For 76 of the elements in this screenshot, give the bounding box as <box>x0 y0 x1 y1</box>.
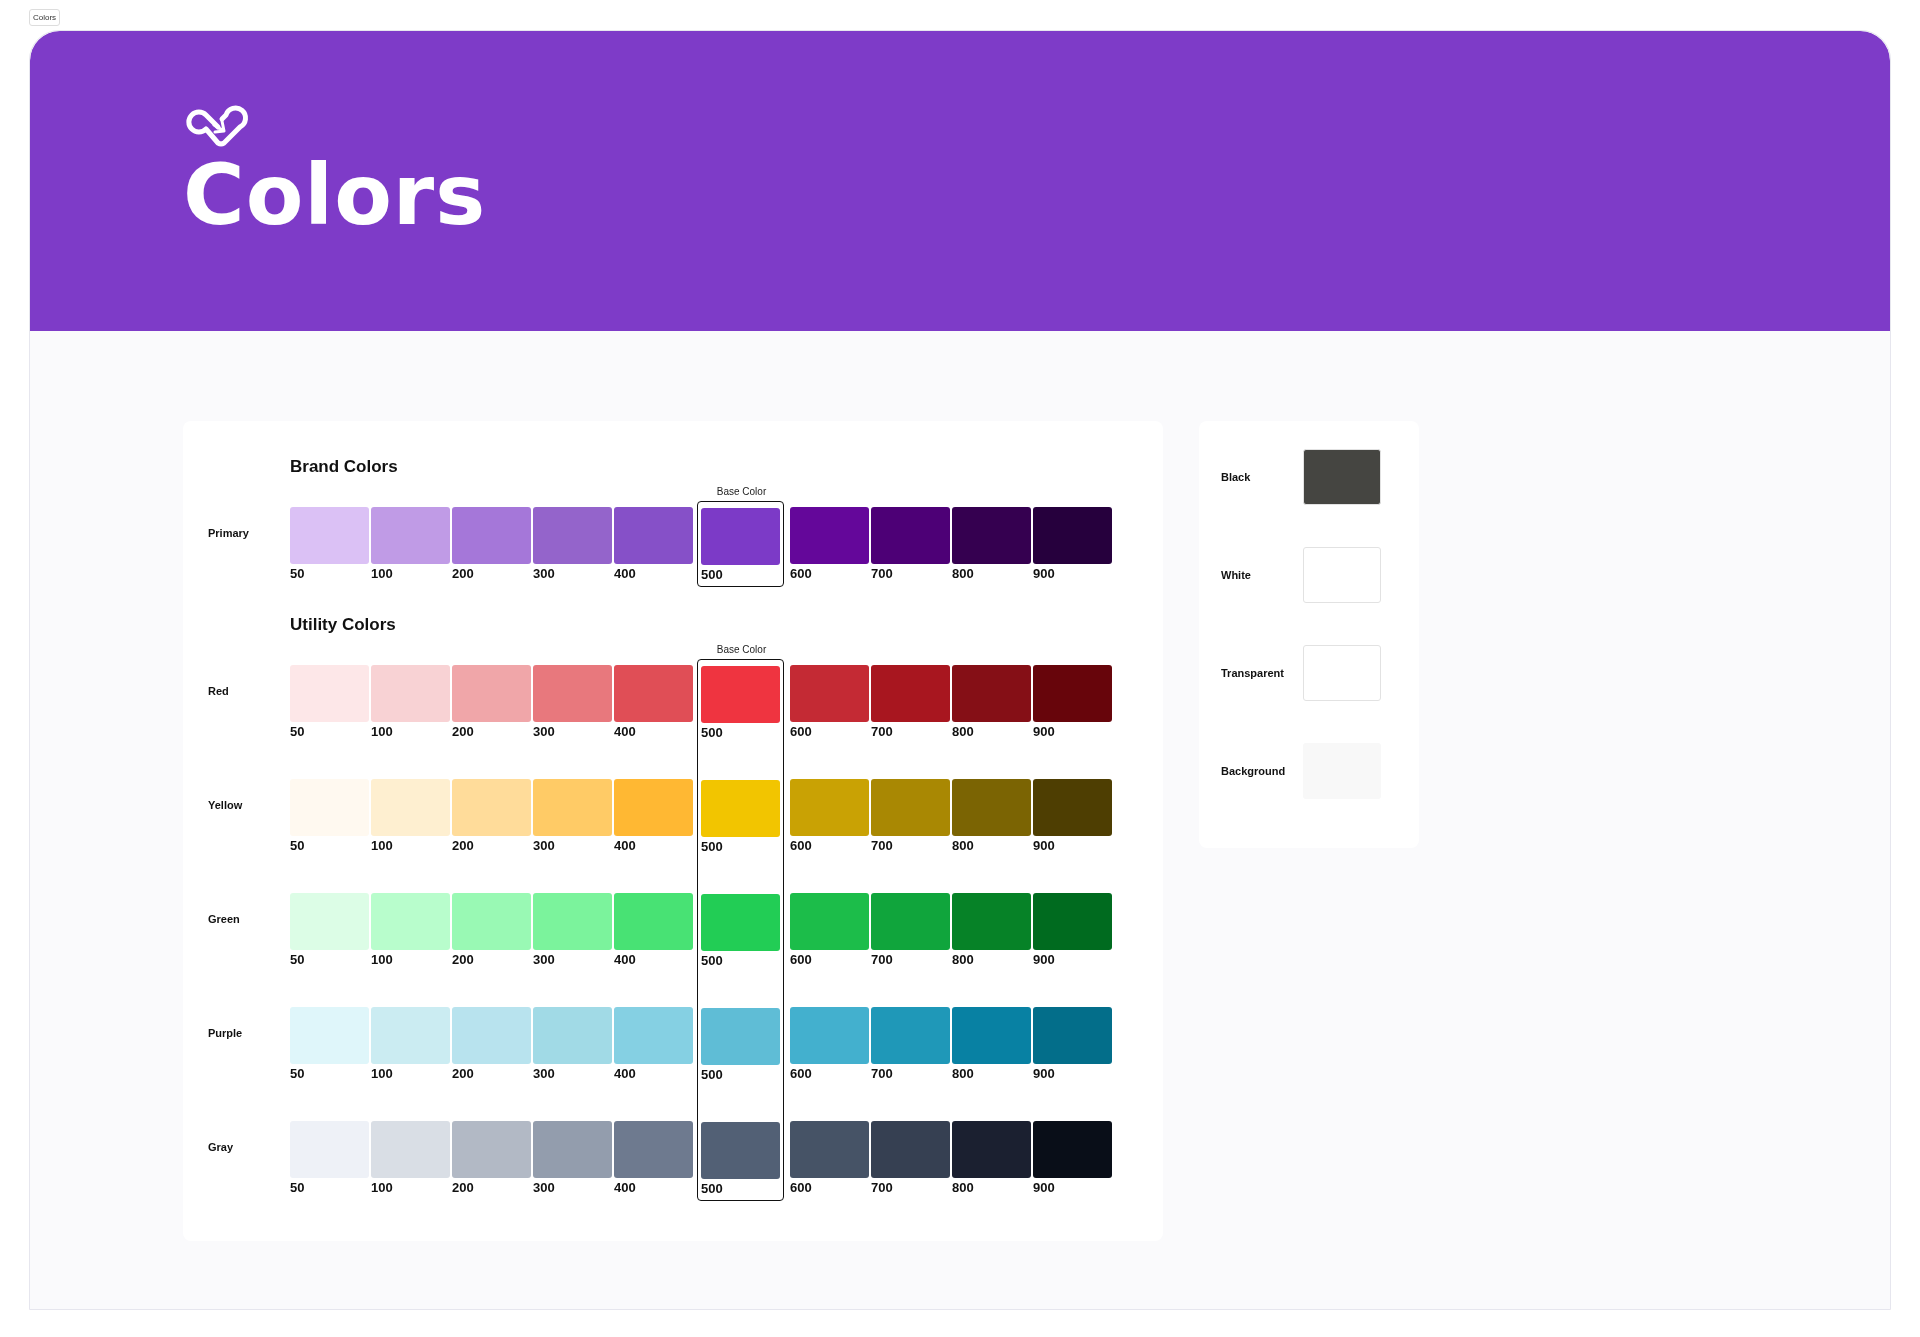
shade-label: 700 <box>871 724 893 739</box>
shade-label: 700 <box>871 838 893 853</box>
shade-label: 600 <box>790 1066 812 1081</box>
shade-label: 800 <box>952 566 974 581</box>
shade-label: 400 <box>614 838 636 853</box>
shade-label: 200 <box>452 838 474 853</box>
shade-label: 100 <box>371 1180 393 1195</box>
shade-label: 700 <box>871 1066 893 1081</box>
section-title: Brand Colors <box>290 457 399 477</box>
row-label: Primary <box>208 527 249 539</box>
base-color-label: Base Color <box>716 485 767 497</box>
shade-label: 50 <box>290 724 305 739</box>
shade-label: 400 <box>614 724 636 739</box>
shade-label: 500 <box>701 839 723 854</box>
shade-label: 800 <box>952 724 974 739</box>
shade-label: 50 <box>290 952 305 967</box>
shade-label: 600 <box>790 566 812 581</box>
base-color-label: Base Color <box>716 643 767 655</box>
shade-label: 100 <box>371 724 393 739</box>
shade-label: 900 <box>1033 1066 1055 1081</box>
shade-label: 200 <box>452 952 474 967</box>
shade-label: 200 <box>452 1180 474 1195</box>
shade-label: 600 <box>790 724 812 739</box>
shade-label: 100 <box>371 952 393 967</box>
neutral-label: Transparent <box>1221 667 1285 679</box>
shade-label: 700 <box>871 952 893 967</box>
neutral-label: White <box>1221 569 1252 581</box>
neutral-label: Background <box>1221 765 1287 777</box>
shade-label: 500 <box>701 1067 723 1082</box>
shade-label: 100 <box>371 1066 393 1081</box>
shade-label: 800 <box>952 1180 974 1195</box>
shade-label: 200 <box>452 724 474 739</box>
shade-label: 400 <box>614 1066 636 1081</box>
shade-label: 700 <box>871 566 893 581</box>
section-title: Utility Colors <box>290 615 397 635</box>
shade-label: 400 <box>614 1180 636 1195</box>
shade-label: 500 <box>701 567 723 582</box>
shade-label: 500 <box>701 1181 723 1196</box>
row-label: Purple <box>208 1027 243 1039</box>
shade-label: 400 <box>614 566 636 581</box>
shade-label: 300 <box>533 566 555 581</box>
shade-label: 200 <box>452 566 474 581</box>
shade-label: 300 <box>533 724 555 739</box>
shade-label: 800 <box>952 952 974 967</box>
neutral-label: Black <box>1221 471 1252 483</box>
shade-label: 50 <box>290 838 305 853</box>
page-title: Colors <box>183 153 487 237</box>
shade-label: 300 <box>533 952 555 967</box>
shade-label: 400 <box>614 952 636 967</box>
shade-label: 300 <box>533 1066 555 1081</box>
shade-label: 200 <box>452 1066 474 1081</box>
shade-label: 900 <box>1033 952 1055 967</box>
shade-label: 900 <box>1033 566 1055 581</box>
shade-label: 50 <box>290 1066 305 1081</box>
frame-label[interactable]: Colors <box>29 9 61 26</box>
shade-label: 50 <box>290 566 305 581</box>
shade-label: 500 <box>701 725 723 740</box>
shade-label: 900 <box>1033 724 1055 739</box>
shade-label: 800 <box>952 1066 974 1081</box>
shade-label: 900 <box>1033 1180 1055 1195</box>
shade-label: 700 <box>871 1180 893 1195</box>
shade-label: 600 <box>790 952 812 967</box>
shade-label: 100 <box>371 838 393 853</box>
shade-label: 600 <box>790 838 812 853</box>
row-label: Red <box>208 685 229 697</box>
row-label: Yellow <box>208 799 243 811</box>
shade-label: 100 <box>371 566 393 581</box>
row-label: Green <box>208 913 240 925</box>
row-label: Gray <box>208 1141 234 1153</box>
shade-label: 600 <box>790 1180 812 1195</box>
shade-label: 900 <box>1033 838 1055 853</box>
shade-label: 800 <box>952 838 974 853</box>
shade-label: 300 <box>533 838 555 853</box>
shade-label: 300 <box>533 1180 555 1195</box>
shade-label: 50 <box>290 1180 305 1195</box>
shade-label: 500 <box>701 953 723 968</box>
